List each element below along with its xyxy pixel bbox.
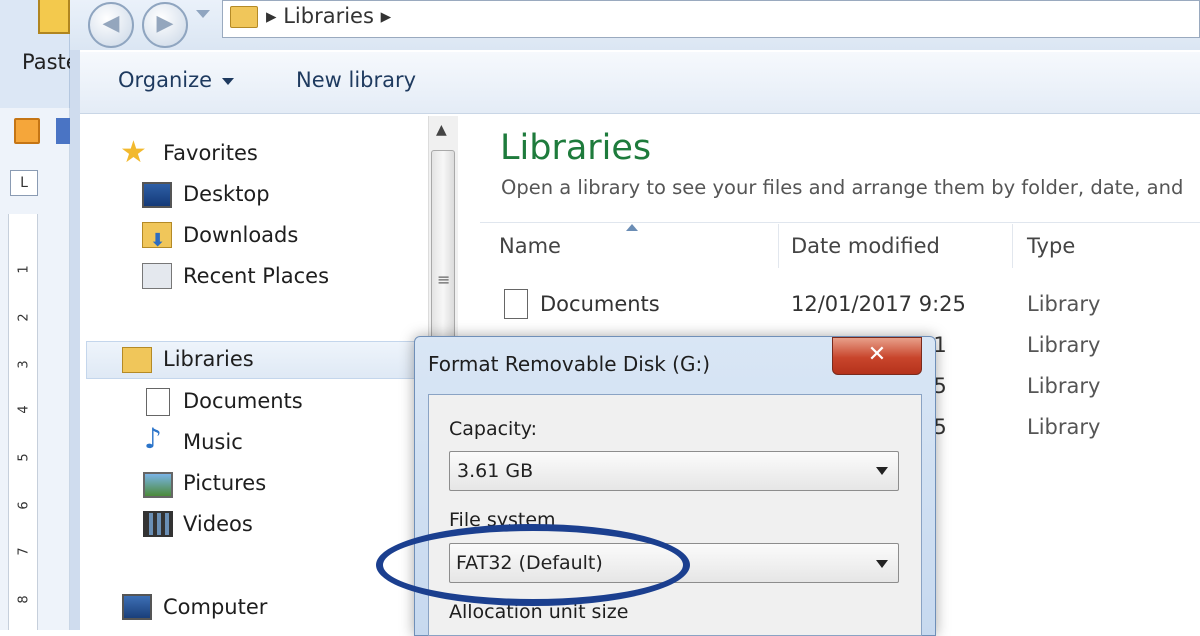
- nav-computer[interactable]: Computer: [163, 595, 267, 619]
- desktop-icon: [142, 182, 172, 208]
- recent-pages-chevron-down-icon[interactable]: [196, 10, 210, 18]
- paste-icon[interactable]: [38, 0, 70, 34]
- tab-stop-selector[interactable]: L: [10, 170, 38, 196]
- organize-button[interactable]: Organize: [118, 68, 235, 92]
- breadcrumb[interactable]: ▸ Libraries ▸: [266, 4, 391, 28]
- chevron-down-icon: [876, 560, 888, 568]
- ruler-number: 2: [16, 313, 32, 322]
- quick-access-icon-2[interactable]: [56, 118, 70, 144]
- column-header-name[interactable]: Name: [499, 234, 561, 258]
- ruler-number: 1: [16, 265, 32, 274]
- documents-library-icon: [504, 289, 528, 319]
- forward-button[interactable]: ▶: [142, 2, 188, 48]
- videos-icon: [143, 511, 173, 537]
- row-date: 12/01/2017 9:25: [791, 292, 966, 316]
- column-header-date[interactable]: Date modified: [791, 234, 940, 258]
- libraries-icon: [122, 347, 152, 373]
- chevron-down-icon: [876, 467, 888, 475]
- nav-videos[interactable]: Videos: [183, 512, 253, 536]
- back-button[interactable]: ◀: [88, 2, 134, 48]
- vertical-ruler: 1 2 3 4 5 6 7 8: [8, 214, 38, 630]
- ruler-number: 5: [16, 453, 32, 462]
- command-bar: [80, 52, 1200, 114]
- computer-icon: [122, 594, 152, 620]
- chevron-down-icon: [222, 77, 235, 85]
- ruler-number: 7: [16, 547, 32, 556]
- ruler-number: 6: [16, 501, 32, 510]
- nav-pictures[interactable]: Pictures: [183, 471, 266, 495]
- row-type: Library: [1027, 415, 1101, 439]
- nav-favorites[interactable]: Favorites: [163, 141, 258, 165]
- capacity-label: Capacity:: [449, 418, 538, 440]
- column-separator[interactable]: [778, 224, 779, 268]
- new-library-button[interactable]: New library: [296, 68, 416, 92]
- recent-places-icon: [142, 263, 172, 289]
- nav-documents[interactable]: Documents: [183, 389, 303, 413]
- column-separator[interactable]: [1012, 224, 1013, 268]
- documents-icon: [146, 388, 170, 416]
- close-button[interactable]: ✕: [832, 337, 922, 375]
- row-name[interactable]: Documents: [540, 292, 660, 316]
- capacity-value: 3.61 GB: [457, 460, 534, 482]
- page-title: Libraries: [500, 128, 652, 168]
- music-icon: ♪: [144, 422, 162, 455]
- dialog-title: Format Removable Disk (G:): [428, 352, 711, 376]
- column-header-type[interactable]: Type: [1027, 234, 1075, 258]
- quick-access-icon[interactable]: [14, 118, 40, 144]
- row-type: Library: [1027, 333, 1101, 357]
- scroll-up-arrow-icon[interactable]: ▲: [436, 122, 447, 138]
- pictures-icon: [143, 472, 173, 498]
- grip-icon: ≡: [437, 270, 451, 289]
- ruler-number: 4: [16, 405, 32, 414]
- nav-libraries[interactable]: Libraries: [163, 347, 254, 371]
- row-type: Library: [1027, 292, 1101, 316]
- page-subtitle: Open a library to see your files and arr…: [501, 176, 1184, 199]
- download-arrow-icon: ⬇: [150, 230, 166, 251]
- nav-music[interactable]: Music: [183, 430, 243, 454]
- nav-downloads[interactable]: Downloads: [183, 223, 298, 247]
- sort-ascending-icon: [626, 224, 638, 231]
- row-type: Library: [1027, 374, 1101, 398]
- annotation-highlight-ellipse: [376, 524, 690, 606]
- nav-desktop[interactable]: Desktop: [183, 182, 270, 206]
- ruler-number: 8: [16, 595, 32, 604]
- libraries-folder-icon: [230, 6, 258, 28]
- header-divider: [480, 222, 1200, 223]
- organize-label: Organize: [118, 68, 213, 92]
- nav-recent-places[interactable]: Recent Places: [183, 264, 329, 288]
- star-icon: ★: [120, 135, 147, 170]
- ruler-number: 3: [16, 360, 32, 369]
